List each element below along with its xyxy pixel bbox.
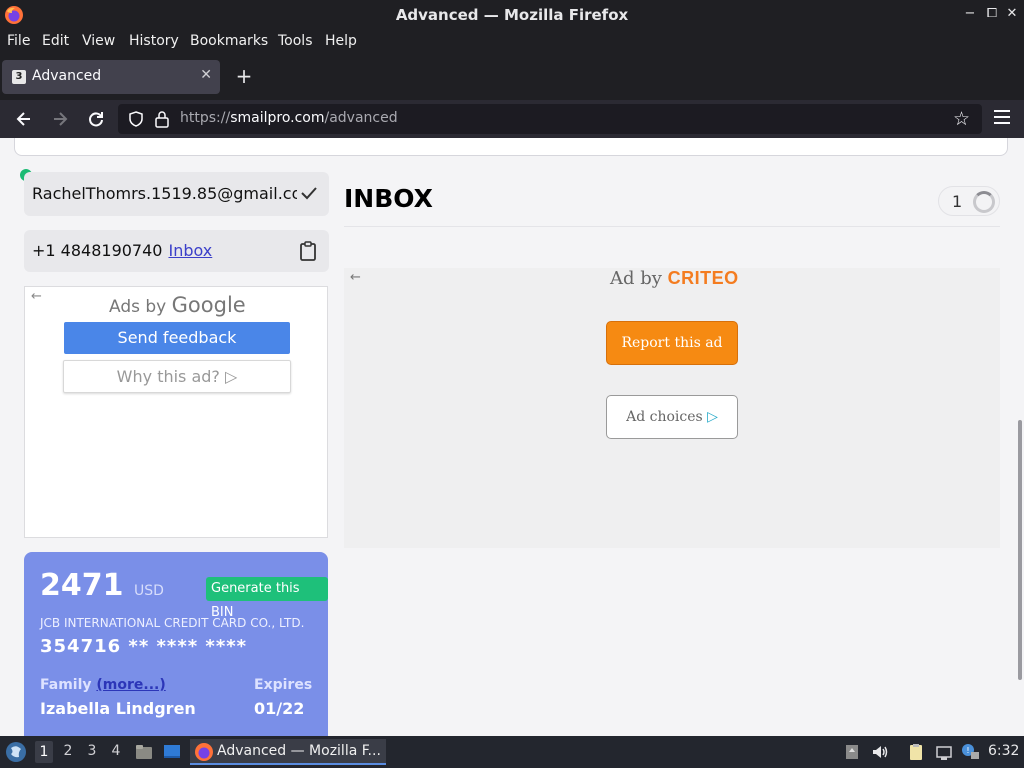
url-path: /advanced (324, 110, 398, 126)
card-amount: 2471 (40, 568, 124, 603)
workspace-4[interactable]: 4 (107, 743, 125, 759)
email-address[interactable]: RachelThomrs.1519.85@gmail.com (32, 184, 297, 203)
why-this-ad-button[interactable]: Why this ad? ▷ (63, 360, 291, 393)
taskbar-firefox-task[interactable]: Advanced — Mozilla F... (190, 739, 386, 765)
family-label: Family (more...) (40, 677, 166, 693)
criteo-logo-text: CRITEO (667, 268, 739, 288)
window-title: Advanced — Mozilla Firefox (395, 6, 629, 24)
forward-button[interactable] (50, 109, 70, 129)
svg-text:!: ! (966, 746, 969, 755)
menu-bookmarks[interactable]: Bookmarks (190, 33, 268, 49)
tab-title: Advanced (32, 68, 102, 84)
menu-help[interactable]: Help (325, 33, 357, 49)
message-counter[interactable]: 1 (938, 186, 1000, 216)
send-feedback-button[interactable]: Send feedback (64, 322, 290, 354)
hamburger-menu-icon[interactable] (994, 110, 1010, 124)
email-address-box[interactable]: RachelThomrs.1519.85@gmail.com (24, 172, 329, 216)
workspace-3[interactable]: 3 (83, 743, 101, 759)
ad-choices-label: Ad choices (626, 409, 703, 425)
clipboard-icon[interactable] (299, 240, 317, 262)
window-titlebar: Advanced — Mozilla Firefox − ⧠ ✕ (0, 0, 1024, 30)
file-manager-icon[interactable] (134, 742, 154, 762)
credit-card-promo: 2471 USD Generate this BIN JCB INTERNATI… (24, 552, 328, 736)
url-text[interactable]: https://smailpro.com/advanced (180, 110, 398, 126)
new-tab-button[interactable]: + (234, 66, 254, 86)
minimize-button[interactable]: − (962, 6, 978, 22)
adchoices-triangle-icon: ▷ (707, 409, 718, 425)
ad-by-text: Ad by (610, 268, 662, 289)
clock: 6:32 (988, 743, 1020, 759)
desktop-icon[interactable] (162, 742, 182, 762)
inbox-heading: INBOX (344, 184, 433, 213)
phone-number-line: +1 4848190740 Inbox (32, 241, 212, 260)
navigation-bar: https://smailpro.com/advanced ☆ (0, 100, 1024, 138)
google-logo-text: Google (171, 293, 246, 317)
message-count: 1 (952, 192, 963, 211)
taskbar: 1 2 3 4 Advanced — Mozilla F... ! 6:32 (0, 736, 1024, 768)
menu-bar: File Edit View History Bookmarks Tools H… (0, 30, 1024, 54)
menu-view[interactable]: View (82, 33, 115, 49)
card-expiry: 01/22 (254, 699, 305, 718)
volume-icon[interactable] (870, 742, 890, 762)
site-favicon-icon: 3 (12, 70, 26, 84)
ad-choices-button[interactable]: Ad choices ▷ (606, 395, 738, 439)
checkmark-icon[interactable] (299, 183, 319, 203)
generate-bin-button[interactable]: Generate this BIN (206, 577, 328, 620)
card-issuer: JCB INTERNATIONAL CREDIT CARD CO., LTD. (40, 616, 305, 630)
cardholder-name: Izabella Lindgren (40, 699, 196, 718)
menu-history[interactable]: History (129, 33, 179, 49)
keyboard-layout-icon[interactable] (842, 742, 862, 762)
clipboard-tray-icon[interactable] (906, 742, 926, 762)
ad-by-criteo-label: Ad by CRITEO (610, 268, 739, 289)
phone-number: +1 4848190740 (32, 241, 163, 260)
arrow-right-icon (54, 112, 68, 126)
url-host: smailpro.com (230, 110, 325, 126)
close-window-button[interactable]: ✕ (1004, 6, 1020, 22)
menu-file[interactable]: File (7, 33, 30, 49)
bookmark-star-icon[interactable]: ☆ (953, 108, 970, 130)
criteo-back-arrow-icon[interactable]: ← (350, 270, 361, 285)
tracking-protection-shield-icon[interactable] (128, 111, 144, 127)
workspace-1[interactable]: 1 (35, 741, 53, 763)
page-scrollbar[interactable] (1016, 138, 1024, 736)
arrow-left-icon (16, 112, 30, 126)
criteo-ad-panel: ← Ad by CRITEO Report this ad Ad choices… (344, 268, 1000, 548)
reload-icon (89, 112, 103, 127)
url-bar[interactable]: https://smailpro.com/advanced ☆ (118, 104, 982, 134)
workspace-2[interactable]: 2 (59, 743, 77, 759)
menu-tools[interactable]: Tools (278, 33, 313, 49)
ads-by-google-label: Ads by Google (109, 293, 246, 317)
top-search-panel (14, 138, 1008, 156)
task-label: Advanced — Mozilla F... (217, 743, 381, 759)
card-number: 354716 ** **** **** (40, 636, 248, 657)
reload-button[interactable] (86, 109, 106, 129)
menu-edit[interactable]: Edit (42, 33, 69, 49)
url-prefix: https:// (180, 110, 231, 126)
more-link[interactable]: (more...) (96, 677, 165, 693)
page-content: RachelThomrs.1519.85@gmail.com +1 484819… (0, 138, 1024, 736)
start-menu-icon[interactable] (5, 741, 27, 763)
lock-icon[interactable] (154, 110, 170, 128)
refresh-spinner-icon (973, 191, 995, 213)
back-button[interactable] (14, 109, 34, 129)
tab-close-button[interactable]: ✕ (200, 67, 212, 83)
report-ad-button[interactable]: Report this ad (606, 321, 738, 365)
card-currency: USD (134, 583, 164, 599)
phone-inbox-link[interactable]: Inbox (168, 241, 212, 260)
network-icon[interactable] (934, 742, 954, 762)
restore-button[interactable]: ⧠ (984, 6, 1000, 22)
notification-icon[interactable]: ! (960, 742, 980, 762)
phone-number-box: +1 4848190740 Inbox (24, 230, 329, 272)
ads-by-text: Ads by (109, 297, 167, 317)
inbox-divider (344, 226, 1000, 227)
google-ad-panel: ← Ads by Google Send feedback Why this a… (24, 286, 328, 538)
tab-strip: 3 Advanced ✕ + (0, 54, 1024, 100)
family-label-text: Family (40, 677, 92, 693)
expires-label: Expires (254, 677, 313, 693)
tab-advanced[interactable]: 3 Advanced ✕ (2, 60, 220, 94)
scrollbar-thumb[interactable] (1018, 420, 1022, 680)
ad-back-arrow-icon[interactable]: ← (31, 289, 42, 304)
firefox-task-icon (195, 743, 213, 761)
